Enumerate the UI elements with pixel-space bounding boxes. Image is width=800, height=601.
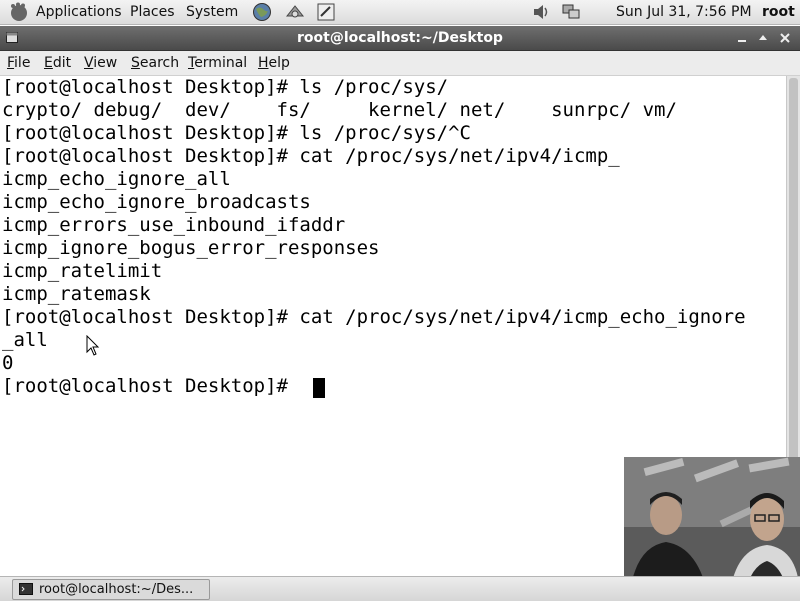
- terminal-cursor: [313, 378, 325, 398]
- terminal-line: icmp_ignore_bogus_error_responses: [2, 237, 380, 259]
- terminal-line: icmp_echo_ignore_broadcasts: [2, 191, 311, 213]
- terminal-line: icmp_ratelimit: [2, 260, 163, 282]
- terminal-line: [root@localhost Desktop]# ls /proc/sys/^…: [2, 122, 471, 144]
- menu-help[interactable]: Help: [258, 54, 290, 72]
- menu-terminal[interactable]: Terminal: [188, 54, 247, 72]
- terminal-line: _all: [2, 329, 48, 351]
- maximize-icon[interactable]: [756, 31, 770, 45]
- terminal-line: [root@localhost Desktop]# cat /proc/sys/…: [2, 306, 746, 328]
- window-titlebar[interactable]: root@localhost:~/Desktop: [0, 26, 800, 51]
- system-menu[interactable]: System: [186, 3, 238, 21]
- scrollbar-thumb[interactable]: [789, 78, 798, 498]
- applications-menu[interactable]: Applications: [36, 3, 122, 21]
- menu-view[interactable]: View: [84, 54, 117, 72]
- menu-edit[interactable]: Edit: [44, 54, 71, 72]
- terminal-line: crypto/ debug/ dev/ fs/ kernel/ net/ sun…: [2, 99, 677, 121]
- terminal-menubar: File Edit View Search Terminal Help: [0, 51, 800, 76]
- bottom-panel: root@localhost:~/Des...: [0, 576, 800, 601]
- gnome-foot-icon[interactable]: [8, 2, 30, 22]
- volume-icon[interactable]: [530, 2, 552, 22]
- notes-launcher-icon[interactable]: [315, 2, 337, 22]
- clock[interactable]: Sun Jul 31, 7:56 PM: [616, 3, 752, 21]
- user-menu[interactable]: root: [762, 3, 795, 21]
- close-icon[interactable]: [778, 31, 792, 45]
- terminal-icon: [19, 583, 33, 595]
- terminal-line: [root@localhost Desktop]# cat /proc/sys/…: [2, 145, 620, 167]
- window-title: root@localhost:~/Desktop: [297, 30, 503, 46]
- terminal-line: icmp_errors_use_inbound_ifaddr: [2, 214, 346, 236]
- terminal-line: icmp_echo_ignore_all: [2, 168, 231, 190]
- terminal-line: 0: [2, 352, 14, 374]
- menu-file[interactable]: File: [7, 54, 30, 72]
- web-browser-launcher-icon[interactable]: [251, 2, 273, 22]
- mouse-pointer-icon: [86, 335, 100, 356]
- taskbar-task-label: root@localhost:~/Des...: [39, 582, 194, 597]
- menu-search[interactable]: Search: [131, 54, 179, 72]
- terminal-line: [root@localhost Desktop]# ls /proc/sys/: [2, 76, 449, 98]
- network-icon[interactable]: [560, 2, 582, 22]
- terminal-line: icmp_ratemask: [2, 283, 151, 305]
- terminal-prompt-line: [root@localhost Desktop]#: [2, 375, 300, 397]
- email-launcher-icon[interactable]: [284, 2, 306, 22]
- places-menu[interactable]: Places: [130, 3, 175, 21]
- top-panel: Applications Places System Sun Jul 31, 7…: [0, 0, 800, 25]
- taskbar-terminal-button[interactable]: root@localhost:~/Des...: [12, 579, 210, 600]
- minimize-icon[interactable]: [735, 31, 749, 45]
